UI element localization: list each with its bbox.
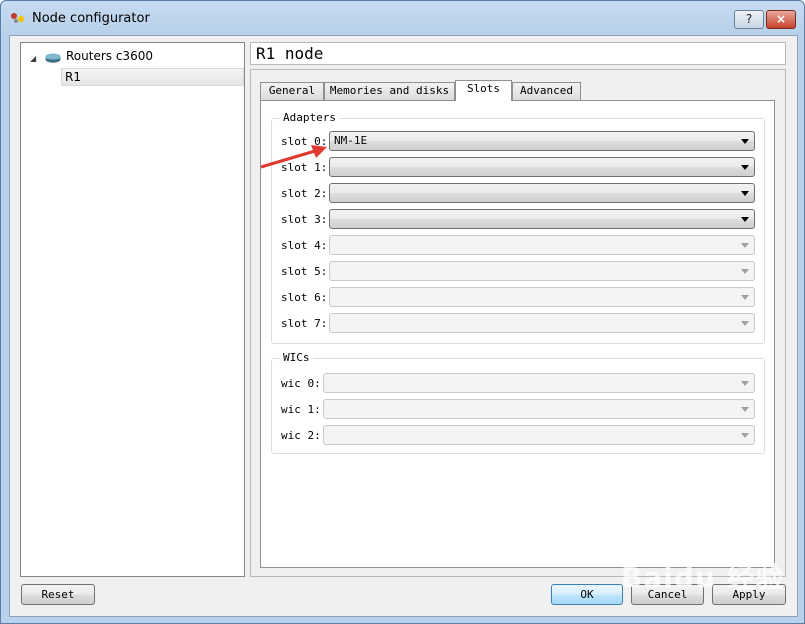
router-icon [45,53,61,63]
ok-button[interactable]: OK [551,584,623,605]
chevron-down-icon [741,217,749,222]
slot-0-dropdown[interactable]: NM-1E [329,131,755,151]
tab-memories-and-disks[interactable]: Memories and disks [324,82,455,100]
chevron-down-icon [741,191,749,196]
slot-3-dropdown[interactable] [329,209,755,229]
app-icon [11,13,25,23]
node-title: R1 node [250,42,786,65]
dialog-body: ◢ Routers c3600 R1 R1 node General Memor… [9,35,798,617]
adapters-group: Adapters slot 0: NM-1E slot 1: slot 2: s… [271,111,765,344]
chevron-down-icon [741,243,749,248]
chevron-down-icon [741,295,749,300]
slots-tab-pane: Adapters slot 0: NM-1E slot 1: slot 2: s… [260,100,775,568]
watermark: Baidu 经验 [621,561,785,594]
slot-7-label: slot 7: [281,317,328,330]
wic-2-label: wic 2: [281,429,321,442]
slot-2-label: slot 2: [281,187,328,200]
window-title: Node configurator [32,11,150,26]
tab-slots[interactable]: Slots [455,80,512,101]
slot-1-dropdown[interactable] [329,157,755,177]
title-bar[interactable]: Node configurator ? × [1,1,804,35]
tab-general[interactable]: General [260,82,324,100]
tree-expand-icon[interactable]: ◢ [30,54,36,63]
chevron-down-icon [741,269,749,274]
slot-5-label: slot 5: [281,265,328,278]
reset-button[interactable]: Reset [21,584,95,605]
chevron-down-icon [741,433,749,438]
slot-4-dropdown [329,235,755,255]
slot-6-dropdown [329,287,755,307]
chevron-down-icon [741,407,749,412]
slot-0-value: NM-1E [334,134,368,147]
wics-group-title: WICs [280,351,313,364]
chevron-down-icon [741,321,749,326]
tree-item-r1[interactable]: R1 [61,68,244,86]
slot-2-dropdown[interactable] [329,183,755,203]
help-button[interactable]: ? [734,10,764,29]
chevron-down-icon [741,139,749,144]
slot-6-label: slot 6: [281,291,328,304]
wic-0-dropdown [323,373,755,393]
tab-advanced[interactable]: Advanced [512,82,581,100]
close-button[interactable]: × [766,10,796,29]
slot-3-label: slot 3: [281,213,328,226]
tree-item-routers-c3600[interactable]: Routers c3600 [66,49,153,63]
adapters-group-title: Adapters [280,111,339,124]
wics-group: WICs wic 0: wic 1: wic 2: [271,351,765,454]
wic-1-dropdown [323,399,755,419]
config-panel: General Memories and disks Slots Advance… [250,69,786,577]
wic-1-label: wic 1: [281,403,321,416]
wic-2-dropdown [323,425,755,445]
chevron-down-icon [741,165,749,170]
slot-5-dropdown [329,261,755,281]
slot-7-dropdown [329,313,755,333]
wic-0-label: wic 0: [281,377,321,390]
slot-4-label: slot 4: [281,239,328,252]
node-configurator-window: Node configurator ? × ◢ Routers c3600 R1… [0,0,805,624]
annotation-arrow-icon [260,145,327,169]
node-tree[interactable]: ◢ Routers c3600 R1 [20,42,245,577]
chevron-down-icon [741,381,749,386]
